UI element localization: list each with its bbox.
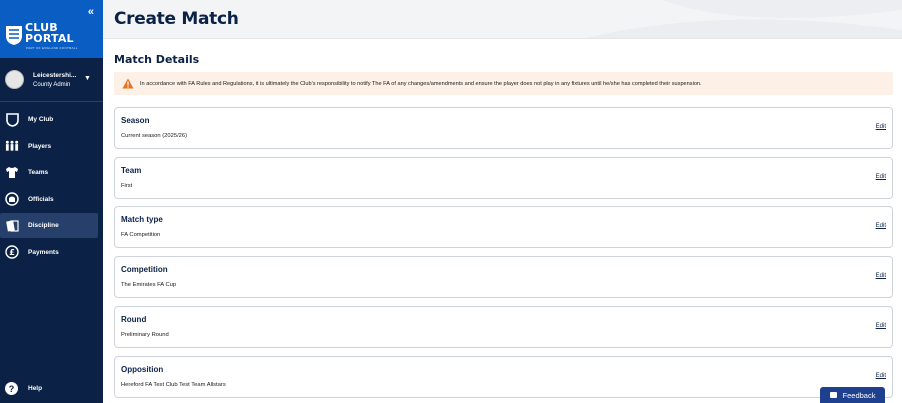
brand-line2: PORTAL xyxy=(25,32,74,45)
user-name: Leicestershi... xyxy=(33,72,77,79)
edit-match-type-link[interactable]: Edit xyxy=(876,223,886,229)
field-value: First xyxy=(121,183,133,189)
brand-logo-text: CLUB PORTAL xyxy=(25,22,74,44)
field-card-round: Round Preliminary Round Edit xyxy=(114,306,893,348)
sidebar-item-players[interactable]: Players xyxy=(0,134,103,159)
edit-opposition-link[interactable]: Edit xyxy=(876,373,886,379)
sidebar-item-label: Officials xyxy=(28,195,54,203)
whistle-icon xyxy=(5,192,19,206)
warning-icon xyxy=(122,78,134,89)
sidebar-item-discipline[interactable]: Discipline xyxy=(0,213,98,238)
sidebar-item-label: Payments xyxy=(28,248,59,256)
field-card-opposition: Opposition Hereford FA Test Club Test Te… xyxy=(114,356,893,398)
collapse-sidebar-icon[interactable]: « xyxy=(88,6,94,18)
field-card-team: Team First Edit xyxy=(114,157,893,199)
edit-round-link[interactable]: Edit xyxy=(876,323,886,329)
field-value: FA Competition xyxy=(121,232,161,238)
sidebar-item-label: Discipline xyxy=(28,222,59,229)
edit-competition-link[interactable]: Edit xyxy=(876,273,886,279)
brand-tagline: PART OF ENGLAND FOOTBALL xyxy=(26,46,78,50)
field-card-match-type: Match type FA Competition Edit xyxy=(114,206,893,248)
edit-season-link[interactable]: Edit xyxy=(876,124,886,130)
page-title: Create Match xyxy=(114,9,239,29)
sidebar: CLUB PORTAL PART OF ENGLAND FOOTBALL « L… xyxy=(0,0,103,403)
field-title: Season xyxy=(121,116,150,125)
feedback-icon xyxy=(829,392,837,398)
sidebar-item-teams[interactable]: Teams xyxy=(0,160,103,185)
cards-icon xyxy=(5,219,19,233)
svg-text:£: £ xyxy=(9,248,15,257)
field-card-competition: Competition The Emirates FA Cup Edit xyxy=(114,256,893,298)
sidebar-item-payments[interactable]: £ Payments xyxy=(0,240,103,265)
field-card-season: Season Current season (2025/26) Edit xyxy=(114,107,893,149)
main-content: Match Details In accordance with FA Rule… xyxy=(103,40,902,403)
sidebar-nav: My Club Players Teams Officials Discipli… xyxy=(0,107,103,266)
feedback-label: Feedback xyxy=(842,390,876,400)
field-value: The Emirates FA Cup xyxy=(121,282,177,288)
players-icon xyxy=(5,139,19,153)
field-title: Match type xyxy=(121,215,163,224)
sidebar-item-label: Teams xyxy=(28,169,49,176)
feedback-button[interactable]: Feedback xyxy=(820,387,885,403)
warning-banner: In accordance with FA Rules and Regulati… xyxy=(114,72,893,95)
sidebar-item-officials[interactable]: Officials xyxy=(0,187,103,212)
user-role: County Admin xyxy=(33,82,71,88)
sidebar-item-label: Help xyxy=(28,385,43,392)
header-decoration-icon xyxy=(586,0,902,38)
sidebar-item-label: My Club xyxy=(28,116,54,123)
brand-bar: CLUB PORTAL PART OF ENGLAND FOOTBALL « xyxy=(0,0,103,58)
page-header: Create Match xyxy=(103,0,902,39)
sidebar-item-label: Players xyxy=(28,142,52,150)
section-title: Match Details xyxy=(114,53,200,66)
shirt-icon xyxy=(5,166,19,180)
warning-text: In accordance with FA Rules and Regulati… xyxy=(140,80,702,87)
caret-down-icon[interactable]: ▼ xyxy=(84,75,91,82)
shield-icon xyxy=(5,112,19,127)
field-value: Current season (2025/26) xyxy=(121,133,188,139)
sidebar-item-help[interactable]: ? Help xyxy=(5,382,42,395)
field-title: Round xyxy=(121,315,147,324)
help-icon: ? xyxy=(5,382,18,395)
avatar xyxy=(5,70,24,89)
user-menu[interactable]: Leicestershi... County Admin ▼ xyxy=(0,58,103,102)
field-title: Team xyxy=(121,166,142,175)
field-value: Hereford FA Test Club Test Team Allstars xyxy=(121,382,226,388)
pound-icon: £ xyxy=(5,245,19,259)
crest-logo-icon xyxy=(6,26,22,45)
edit-team-link[interactable]: Edit xyxy=(876,174,886,180)
field-title: Opposition xyxy=(121,365,164,374)
sidebar-item-my-club[interactable]: My Club xyxy=(0,107,103,132)
field-value: Preliminary Round xyxy=(121,332,169,338)
field-title: Competition xyxy=(121,265,168,274)
